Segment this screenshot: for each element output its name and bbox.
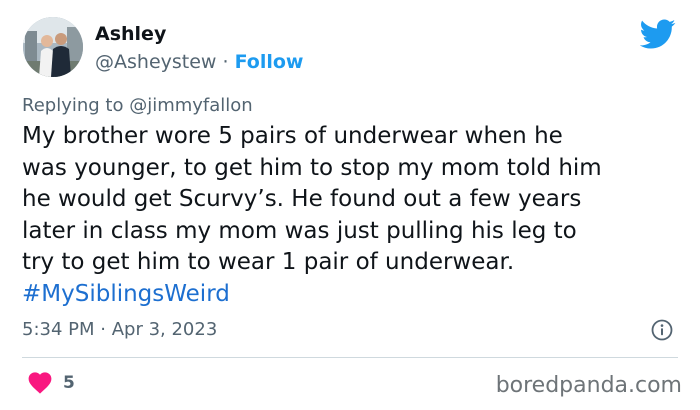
- tweet-line: was younger, to get him to stop my mom t…: [22, 154, 602, 181]
- tweet-line: later in class my mom was just pulling h…: [22, 217, 577, 244]
- like-count: 5: [63, 373, 75, 393]
- author-display-name[interactable]: Ashley: [95, 23, 166, 45]
- reply-prefix: Replying to: [22, 95, 130, 116]
- author-handle[interactable]: @Asheystew: [95, 51, 216, 73]
- info-icon[interactable]: [650, 318, 674, 342]
- meta-separator: ·: [94, 319, 112, 340]
- handle-separator: ·: [216, 51, 235, 73]
- tweet-line: try to get him to wear 1 pair of underwe…: [22, 249, 515, 275]
- tweet-line: he would get Scurvy’s. He found out a fe…: [22, 186, 582, 212]
- hashtag-link[interactable]: #MySiblingsWeird: [22, 279, 682, 311]
- reply-target-handle[interactable]: @jimmyfallon: [129, 95, 253, 116]
- tweet-line: My brother wore 5 pairs of underwear whe…: [22, 123, 563, 149]
- follow-button[interactable]: Follow: [235, 51, 304, 73]
- tweet-text: My brother wore 5 pairs of underwear whe…: [22, 121, 682, 310]
- reply-context: Replying to @jimmyfallon: [22, 95, 253, 116]
- tweet-time: 5:34 PM: [22, 319, 95, 340]
- author-handle-line: @Asheystew · Follow: [95, 51, 303, 73]
- heart-icon[interactable]: [28, 372, 52, 394]
- tweet-date: Apr 3, 2023: [111, 319, 218, 340]
- avatar[interactable]: [23, 17, 83, 77]
- watermark: boredpanda.com: [495, 373, 682, 398]
- divider: [22, 357, 678, 358]
- tweet-timestamp[interactable]: 5:34 PM · Apr 3, 2023: [22, 319, 217, 340]
- twitter-bird-icon[interactable]: [640, 16, 676, 52]
